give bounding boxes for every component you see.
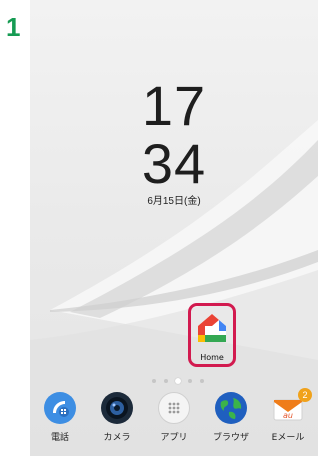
dock-label-camera: カメラ xyxy=(103,433,131,443)
dock-item-camera[interactable]: カメラ xyxy=(91,386,143,446)
email-badge: 2 xyxy=(298,388,312,402)
page-dot[interactable] xyxy=(152,379,156,383)
apps-icon[interactable] xyxy=(158,392,190,424)
clock-hour: 17 xyxy=(141,74,207,137)
page-indicator xyxy=(150,377,210,385)
home-app-label[interactable]: Home xyxy=(188,353,236,362)
step-number: 1 xyxy=(6,12,21,42)
phone-home-screen: 17 34 6月15日(金) Home 電話 カメラ アプリ ブラウザ au 2… xyxy=(30,0,318,456)
dock-label-email: Eメール xyxy=(271,433,305,443)
page-dot[interactable] xyxy=(200,379,204,383)
dock-label-browser: ブラウザ xyxy=(212,433,249,443)
dock-label-apps: アプリ xyxy=(160,433,188,443)
dock-label-phone: 電話 xyxy=(50,433,69,443)
dock-item-phone[interactable]: 電話 xyxy=(34,386,86,446)
dock-item-apps[interactable]: アプリ xyxy=(148,386,200,446)
browser-icon[interactable] xyxy=(215,392,247,424)
app-dock: 電話 カメラ アプリ ブラウザ au 2 Eメール xyxy=(30,386,318,456)
clock-minute: 34 xyxy=(141,132,207,195)
dock-item-email[interactable]: au 2 Eメール xyxy=(262,386,314,446)
phone-icon[interactable] xyxy=(44,392,76,424)
clock-date: 6月15日(金) xyxy=(147,196,201,207)
dock-item-browser[interactable]: ブラウザ xyxy=(205,386,257,446)
svg-text:au: au xyxy=(283,411,293,420)
camera-icon[interactable] xyxy=(101,392,133,424)
page-dot[interactable] xyxy=(164,379,168,383)
page-dot-active[interactable] xyxy=(175,378,181,384)
page-dot[interactable] xyxy=(188,379,192,383)
google-home-icon[interactable] xyxy=(195,311,229,345)
